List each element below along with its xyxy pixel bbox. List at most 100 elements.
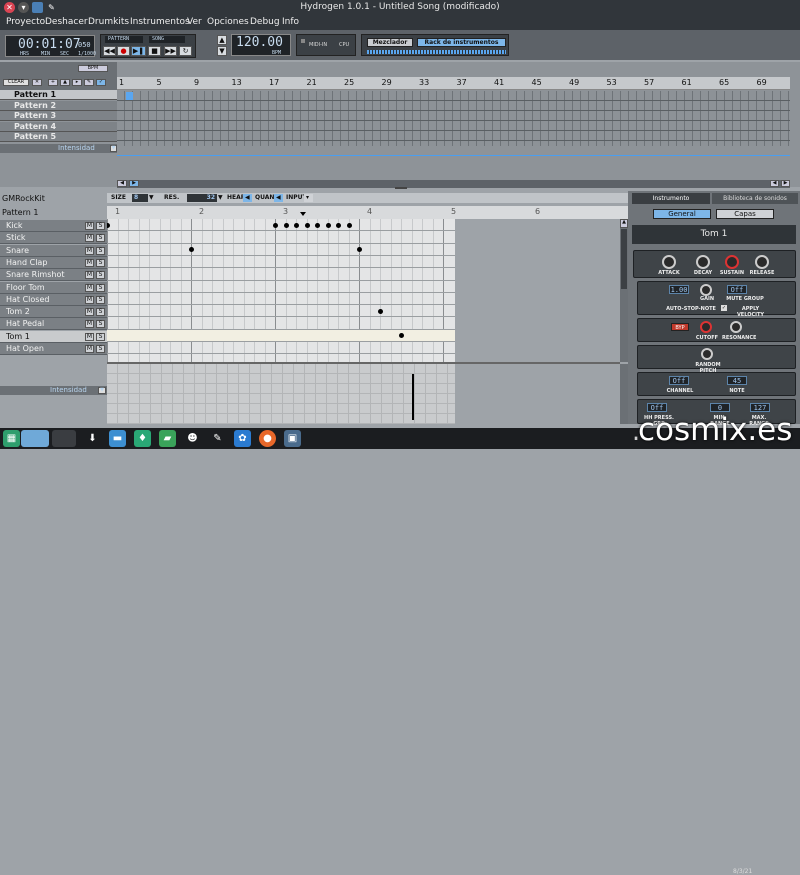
general-button[interactable]: General (653, 209, 711, 219)
chevron-down-icon[interactable]: ▼ (110, 145, 117, 152)
scroll-left-end-icon[interactable]: ◀ (770, 180, 779, 187)
scroll-up-icon[interactable]: ▲ (620, 219, 628, 228)
record-icon[interactable]: ● (117, 46, 130, 56)
menu-deshacer[interactable]: Deshacer (45, 17, 88, 27)
note-dot[interactable] (378, 308, 383, 314)
attack-knob[interactable] (662, 255, 676, 269)
move-up-icon[interactable]: ▲ (60, 79, 70, 86)
sustain-knob[interactable] (725, 255, 739, 269)
size-value[interactable]: 8 (132, 194, 148, 202)
menu-ver[interactable]: Ver (187, 17, 202, 27)
velocity-editor[interactable] (107, 364, 455, 424)
hh-press-value[interactable]: Off (647, 403, 667, 412)
grid-mode-icon[interactable]: ✓ (96, 79, 106, 86)
desktop-pager-1[interactable] (21, 430, 49, 447)
note-dot[interactable] (315, 222, 320, 228)
add-pattern-icon[interactable]: + (48, 79, 58, 86)
delete-pattern-icon[interactable]: ✕ (32, 79, 42, 86)
note-dot[interactable] (325, 222, 331, 228)
mode-pattern-toggle[interactable]: PATTERN (105, 36, 143, 43)
pattern-vscrollbar[interactable]: ▲ (620, 219, 628, 362)
velocity-bar[interactable] (412, 374, 414, 420)
mute-button[interactable]: M (85, 332, 94, 341)
solo-button[interactable]: S (96, 308, 105, 317)
bpm-button[interactable]: BPM (78, 65, 108, 72)
instrument-rack-button[interactable]: Rack de instrumentos (417, 38, 506, 47)
mute-button[interactable]: M (85, 295, 94, 304)
store-icon[interactable]: ♦ (134, 430, 151, 447)
instrument-row[interactable]: Snare Rimshot M S (0, 269, 107, 282)
desktop-pager-2[interactable] (52, 430, 76, 447)
note-dot[interactable] (294, 222, 299, 228)
gimp-icon[interactable]: ☻ (184, 430, 201, 447)
layers-button[interactable]: Capas (716, 209, 774, 219)
hydrogen-task-icon[interactable]: ▣ (284, 430, 301, 447)
solo-button[interactable]: S (96, 345, 105, 353)
instrument-row[interactable]: Hand Clap M S (0, 256, 107, 269)
apply-velocity-checkbox[interactable]: ✓ (721, 305, 727, 311)
solo-button[interactable]: S (96, 246, 105, 255)
mute-button[interactable]: M (85, 320, 94, 329)
mixer-button[interactable]: Mezclador (367, 38, 413, 47)
note-dot[interactable] (346, 222, 352, 228)
select-mode-icon[interactable]: ▸ (72, 79, 82, 86)
pattern-list-item[interactable]: Pattern 2 (0, 100, 117, 111)
random-pitch-knob[interactable] (701, 348, 713, 360)
solo-button[interactable]: S (96, 295, 105, 304)
pattern-ruler[interactable]: 1 2 3 4 5 6 (107, 206, 628, 219)
note-dot[interactable] (357, 247, 362, 253)
bpm-up-icon[interactable]: ▲ (217, 35, 227, 45)
file-manager-icon[interactable]: ▬ (109, 430, 126, 447)
min-range-value[interactable]: 0 (710, 403, 730, 412)
chevron-down-icon[interactable]: ▼ (98, 387, 106, 394)
menu-opciones[interactable]: Opciones (207, 17, 249, 27)
note-dot[interactable] (273, 222, 278, 228)
pattern-list-item[interactable]: Pattern 1 (0, 90, 117, 100)
tab-library[interactable]: Biblioteca de sonidos (712, 193, 798, 204)
gain-knob[interactable] (700, 284, 712, 296)
quant-toggle[interactable]: ◀ (274, 194, 283, 202)
mute-button[interactable]: M (85, 283, 94, 292)
instrument-row[interactable]: Floor Tom M S (0, 281, 107, 294)
velocity-selector[interactable]: Intensidad ▼ (0, 386, 107, 395)
song-scrollbar[interactable]: ◀ ▶ ◀ ▶ (117, 180, 790, 188)
note-grid[interactable] (107, 219, 455, 362)
scroll-right-icon[interactable]: ▶ (781, 180, 790, 187)
velocity-scrollbar[interactable] (620, 364, 628, 424)
fast-forward-icon[interactable]: ▶▶ (164, 46, 177, 56)
folder-icon[interactable]: ▰ (159, 430, 176, 447)
loop-icon[interactable]: ↻ (179, 46, 192, 56)
draw-mode-icon[interactable]: ✎ (84, 79, 94, 86)
menu-drumkits[interactable]: Drumkits (88, 17, 129, 27)
instrument-row[interactable]: Snare M S (0, 244, 107, 257)
max-range-value[interactable]: 127 (750, 403, 770, 412)
splitter-handle[interactable] (395, 187, 407, 189)
note-dot[interactable] (189, 247, 194, 253)
tab-instrument[interactable]: Instrumento (632, 193, 710, 204)
menu-info[interactable]: Info (282, 17, 299, 27)
input-toggle[interactable]: ▾ (304, 194, 313, 202)
stop-icon[interactable]: ■ (148, 46, 161, 56)
pattern-list-item[interactable]: Pattern 5 (0, 132, 117, 142)
solo-button[interactable]: S (96, 332, 105, 341)
mute-button[interactable]: M (85, 345, 94, 353)
mute-button[interactable]: M (85, 222, 94, 230)
scroll-thumb-icon[interactable]: ▶ (129, 180, 139, 187)
rewind-icon[interactable]: ◀◀ (103, 46, 116, 56)
instrument-row[interactable]: Tom 2 MS (0, 306, 107, 319)
solo-button[interactable]: S (96, 234, 105, 243)
bpm-down-icon[interactable]: ▼ (217, 46, 227, 56)
hear-toggle[interactable]: ◀ (243, 194, 252, 202)
mute-button[interactable]: M (85, 271, 94, 280)
text-editor-icon[interactable]: ✎ (209, 430, 226, 447)
decay-knob[interactable] (696, 255, 710, 269)
pattern-list-item[interactable]: Pattern 4 (0, 121, 117, 132)
pattern-list-item[interactable]: Pattern 3 (0, 111, 117, 121)
download-icon[interactable]: ⬇ (84, 430, 101, 447)
song-cell-active[interactable] (126, 92, 133, 100)
resonance-knob[interactable] (730, 321, 742, 333)
instrument-row[interactable]: Hat Open M S (0, 343, 107, 355)
solo-button[interactable]: S (96, 320, 105, 329)
filter-bypass-button[interactable]: BYP (671, 323, 689, 331)
mute-button[interactable]: M (85, 258, 94, 267)
